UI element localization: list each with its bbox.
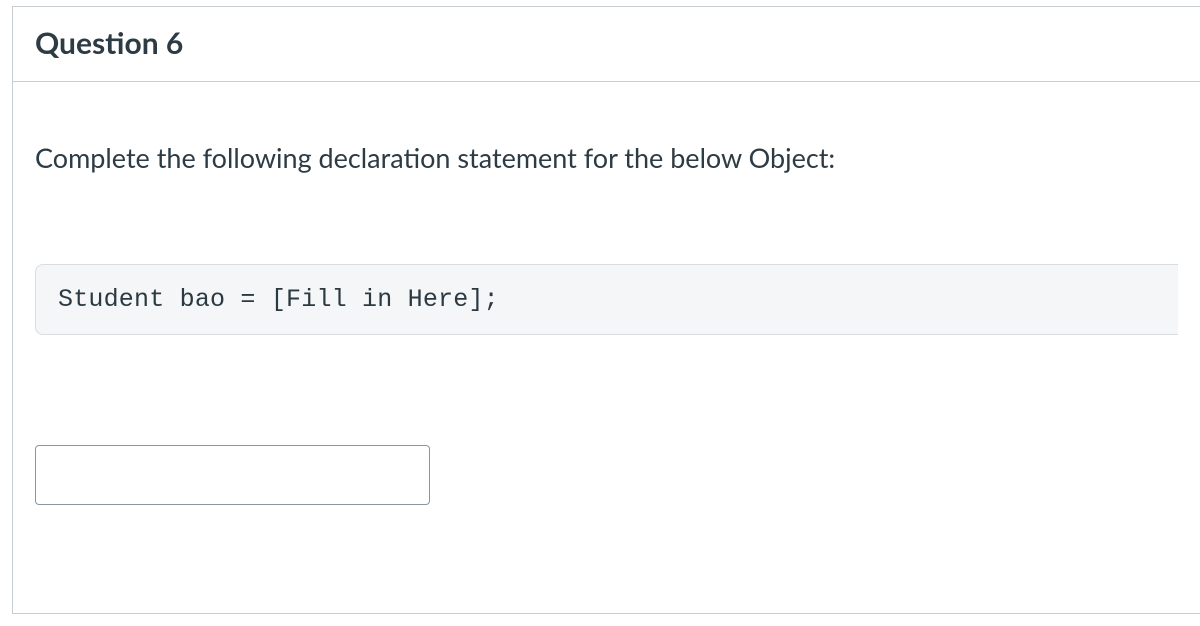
answer-area (35, 445, 1178, 505)
question-header: Question 6 (13, 7, 1200, 82)
answer-input[interactable] (35, 445, 430, 505)
code-block: Student bao = [Fill in Here]; (35, 264, 1178, 335)
question-container: Question 6 Complete the following declar… (12, 6, 1200, 614)
question-body: Complete the following declaration state… (13, 82, 1200, 527)
question-prompt: Complete the following declaration state… (35, 140, 1178, 176)
question-title: Question 6 (35, 25, 1178, 61)
